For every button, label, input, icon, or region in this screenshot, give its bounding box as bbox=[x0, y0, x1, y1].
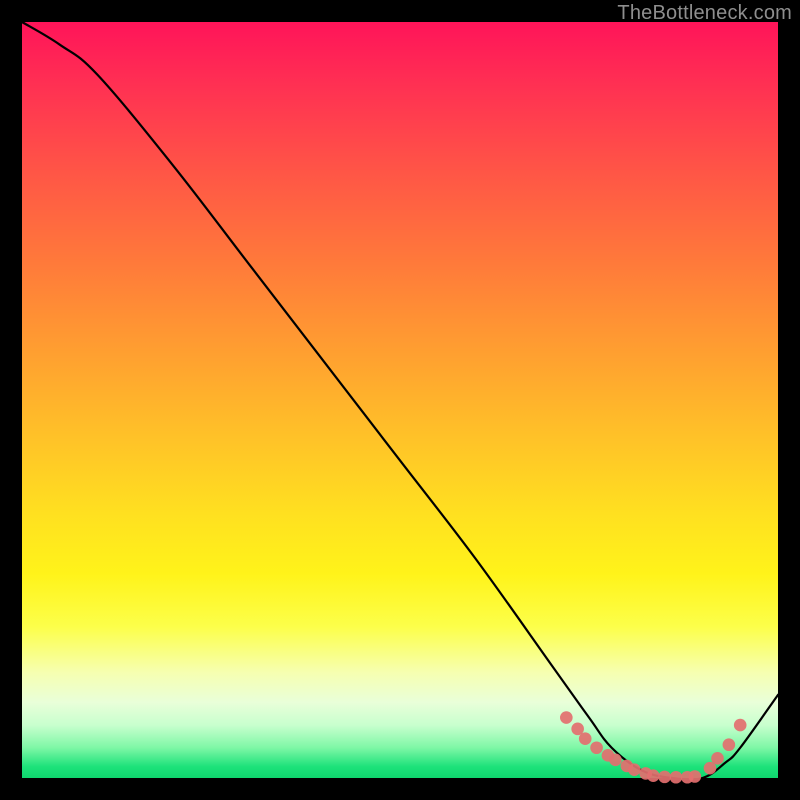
chart-frame: TheBottleneck.com bbox=[0, 0, 800, 800]
scatter-dot bbox=[628, 763, 641, 776]
scatter-dots bbox=[560, 711, 746, 783]
scatter-dot bbox=[670, 771, 683, 784]
main-curve bbox=[22, 22, 778, 780]
scatter-dot bbox=[579, 732, 592, 745]
scatter-dot bbox=[689, 770, 702, 783]
scatter-dot bbox=[658, 771, 671, 784]
scatter-dot bbox=[723, 738, 736, 751]
scatter-dot bbox=[590, 741, 603, 754]
scatter-dot bbox=[647, 769, 660, 782]
scatter-dot bbox=[560, 711, 573, 724]
scatter-dot bbox=[711, 752, 724, 765]
plot-area bbox=[22, 22, 778, 778]
scatter-dot bbox=[734, 719, 747, 732]
scatter-dot bbox=[609, 754, 622, 767]
chart-svg bbox=[22, 22, 778, 778]
